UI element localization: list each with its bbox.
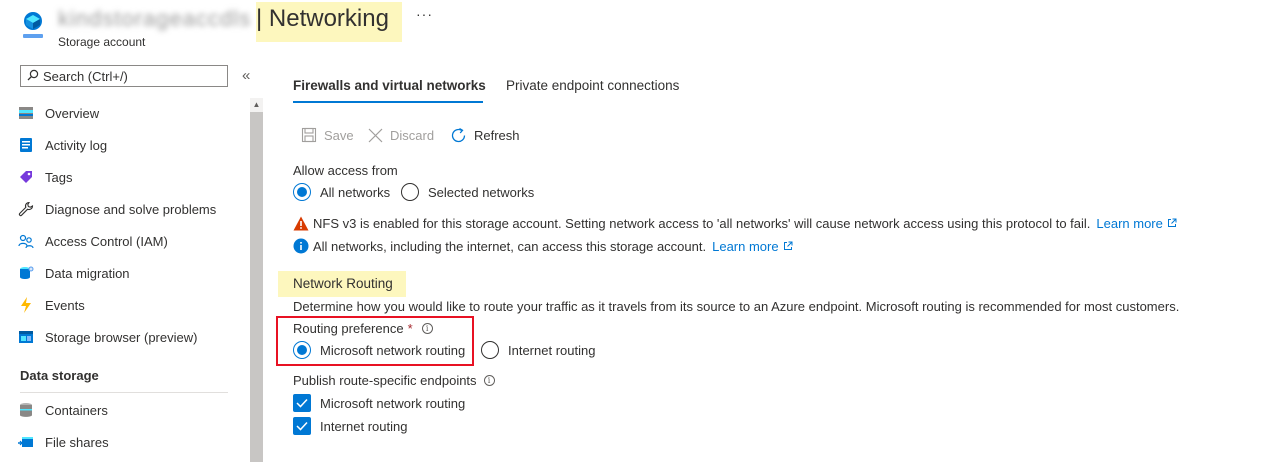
containers-icon [18, 402, 34, 418]
search-icon [27, 69, 39, 84]
learn-more-link[interactable]: Learn more [1096, 215, 1177, 231]
discard-label: Discard [390, 127, 435, 143]
sidebar-item-label: Storage browser (preview) [45, 329, 198, 345]
info-icon[interactable]: i [483, 375, 495, 386]
sidebar-section-title: Data storage [20, 368, 99, 383]
external-link-icon [1167, 218, 1177, 227]
sidebar-item-iam[interactable]: Access Control (IAM) [18, 231, 168, 251]
learn-more-label: Learn more [712, 238, 779, 254]
routing-description: Determine how you would like to route yo… [293, 299, 1180, 314]
radio-label: All networks [320, 184, 391, 200]
sidebar-item-storage-browser[interactable]: Storage browser (preview) [18, 327, 197, 347]
warning-text: NFS v3 is enabled for this storage accou… [313, 215, 1091, 231]
sidebar-item-label: Diagnose and solve problems [45, 201, 217, 217]
checkbox-label: Internet routing [320, 418, 408, 434]
radio-selected-networks[interactable]: Selected networks [401, 182, 534, 202]
publish-endpoints-text: Publish route-specific endpoints [293, 373, 477, 388]
sidebar-scrollbar[interactable] [250, 98, 263, 462]
routing-preference-text: Routing preference [293, 321, 404, 336]
radio-button[interactable] [481, 341, 499, 359]
warning-icon [293, 215, 309, 231]
checkbox-label: Microsoft network routing [320, 395, 466, 411]
page-title: | Networking [256, 5, 389, 32]
resource-name-blurred: kindstorageaccdls [58, 6, 252, 31]
info-text: All networks, including the internet, ca… [313, 238, 707, 254]
sidebar-item-containers[interactable]: Containers [18, 400, 108, 420]
save-icon [301, 127, 317, 143]
info-icon[interactable]: i [421, 323, 433, 334]
sidebar-item-tags[interactable]: Tags [18, 167, 72, 187]
sidebar-item-overview[interactable]: Overview [18, 103, 99, 123]
sidebar-item-activity-log[interactable]: Activity log [18, 135, 107, 155]
radio-label: Internet routing [508, 342, 596, 358]
sidebar-item-label: Data migration [45, 265, 130, 281]
overview-icon [18, 105, 34, 121]
checkbox-publish-internet[interactable]: Internet routing [293, 416, 407, 436]
sidebar-item-file-shares[interactable]: File shares [18, 432, 109, 452]
radio-button[interactable] [401, 183, 419, 201]
learn-more-link[interactable]: Learn more [712, 238, 793, 254]
save-button[interactable]: Save [301, 126, 354, 144]
collapse-sidebar-button[interactable]: « [242, 67, 250, 84]
checkmark-icon [296, 398, 308, 408]
publish-endpoints-label: Publish route-specific endpoints i [293, 373, 495, 388]
refresh-button[interactable]: Refresh [450, 126, 520, 144]
all-networks-info-message: All networks, including the internet, ca… [293, 237, 793, 255]
sidebar-section-divider [20, 392, 228, 393]
refresh-label: Refresh [474, 127, 520, 143]
sidebar-item-label: Access Control (IAM) [45, 233, 168, 249]
save-label: Save [324, 127, 354, 143]
sidebar-item-label: Tags [45, 169, 73, 185]
info-icon [293, 238, 309, 254]
sidebar-item-label: File shares [45, 434, 109, 450]
radio-internet-routing[interactable]: Internet routing [481, 340, 595, 360]
scroll-up-arrow[interactable]: ▲ [250, 98, 263, 112]
close-icon [368, 128, 383, 143]
data-migration-icon [18, 265, 34, 281]
sidebar-item-label: Events [45, 297, 85, 313]
active-tab-indicator [293, 101, 483, 103]
checkbox-publish-microsoft[interactable]: Microsoft network routing [293, 393, 465, 413]
checkmark-icon [296, 421, 308, 431]
tab-firewalls[interactable]: Firewalls and virtual networks [293, 78, 486, 98]
tag-icon [18, 169, 34, 185]
radio-microsoft-routing[interactable]: Microsoft network routing [293, 340, 465, 360]
sidebar-item-label: Activity log [45, 137, 108, 153]
allow-access-label: Allow access from [293, 163, 398, 178]
network-routing-heading: Network Routing [293, 276, 393, 291]
nfs-warning-message: NFS v3 is enabled for this storage accou… [293, 214, 1177, 232]
refresh-icon [450, 127, 467, 144]
discard-button[interactable]: Discard [368, 126, 434, 144]
sidebar-item-diagnose[interactable]: Diagnose and solve problems [18, 199, 216, 219]
wrench-icon [18, 201, 34, 217]
radio-label: Microsoft network routing [320, 342, 466, 358]
radio-button-selected[interactable] [293, 183, 311, 201]
search-input[interactable] [43, 68, 213, 84]
more-options-button[interactable]: ··· [416, 6, 433, 22]
lightning-icon [18, 297, 34, 313]
storage-account-icon [18, 10, 48, 40]
radio-button-selected[interactable] [293, 341, 311, 359]
search-box[interactable] [20, 65, 228, 87]
checkbox-checked[interactable] [293, 394, 311, 412]
activity-log-icon [18, 137, 34, 153]
sidebar-item-label: Containers [45, 402, 108, 418]
tab-private-endpoints[interactable]: Private endpoint connections [506, 78, 679, 98]
routing-preference-label: Routing preference * i [293, 321, 433, 336]
learn-more-label: Learn more [1096, 215, 1163, 231]
sidebar-item-events[interactable]: Events [18, 295, 85, 315]
checkbox-checked[interactable] [293, 417, 311, 435]
sidebar-item-label: Overview [45, 105, 100, 121]
radio-label: Selected networks [428, 184, 535, 200]
sidebar-item-data-migration[interactable]: Data migration [18, 263, 130, 283]
required-marker: * [407, 321, 413, 336]
storage-browser-icon [18, 329, 34, 345]
radio-all-networks[interactable]: All networks [293, 182, 390, 202]
file-shares-icon [18, 434, 34, 450]
external-link-icon [783, 241, 793, 250]
resource-type: Storage account [58, 35, 146, 49]
people-icon [18, 233, 34, 249]
